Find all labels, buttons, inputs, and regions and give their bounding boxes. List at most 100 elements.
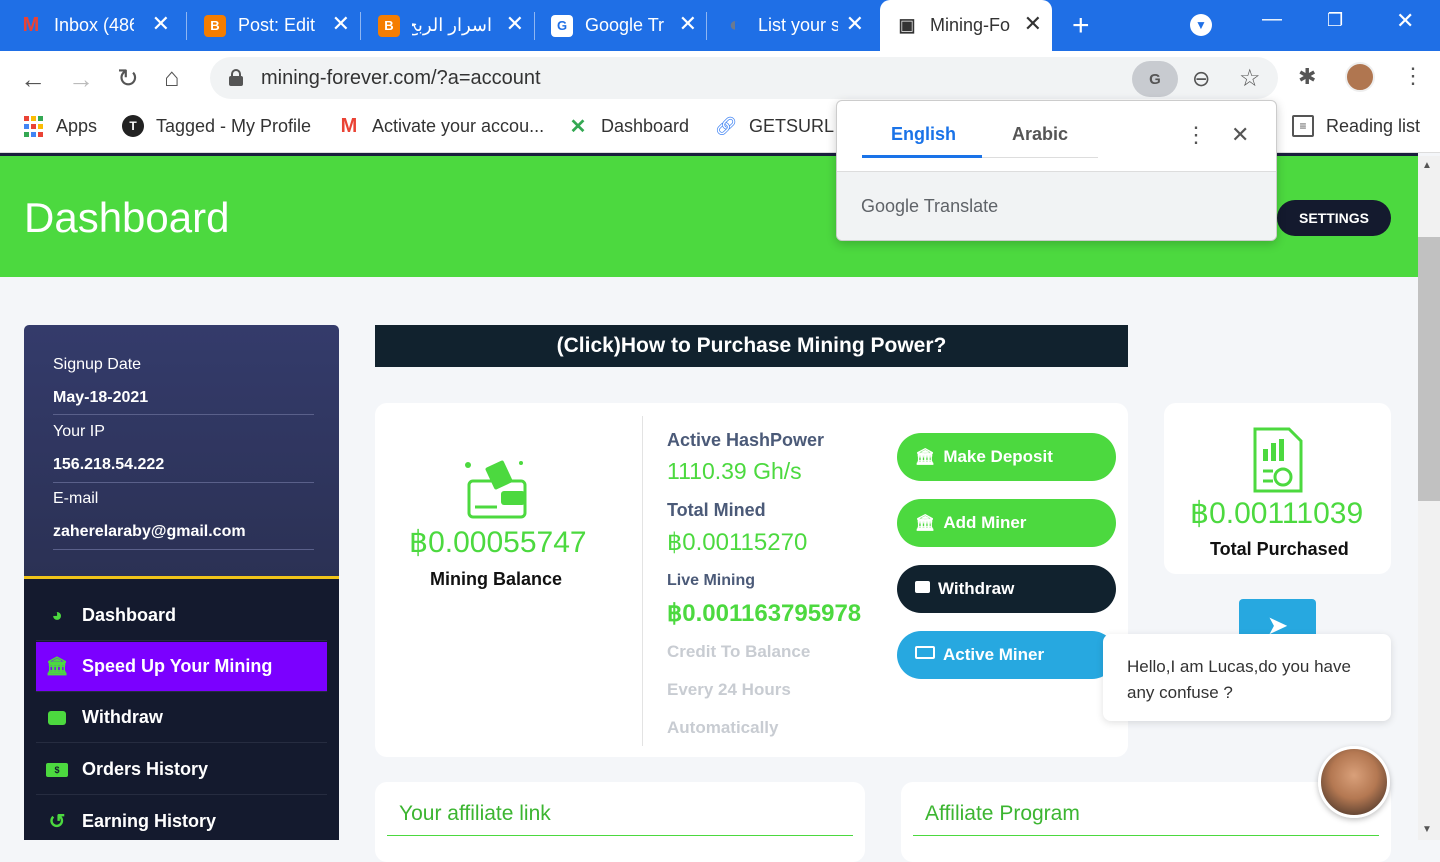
close-icon[interactable]: ✕ xyxy=(1231,122,1249,148)
tab-post-edit[interactable]: B Post: Edit ✕ xyxy=(204,0,360,51)
affiliate-program-title: Affiliate Program xyxy=(925,802,1080,825)
make-deposit-button[interactable]: 🏛︎ Make Deposit xyxy=(897,433,1116,481)
zoom-icon[interactable]: ⊖ xyxy=(1192,66,1210,92)
scroll-up-icon[interactable]: ▲ xyxy=(1422,160,1432,171)
sidebar-item-speed-up[interactable]: 🏛︎ Speed Up Your Mining xyxy=(36,642,327,692)
telegram-icon[interactable]: ➤ xyxy=(1239,599,1316,640)
page-title: Dashboard xyxy=(24,194,230,241)
bookmark-label: Tagged - My Profile xyxy=(156,115,312,136)
bank-icon: 🏛︎ xyxy=(915,515,936,532)
tab-mining-forever[interactable]: ▣ Mining-Fo ✕ xyxy=(880,0,1052,51)
divider xyxy=(53,482,314,483)
restore-icon[interactable]: ❐ xyxy=(1327,10,1343,31)
bookmark-star-icon[interactable]: ☆ xyxy=(1239,64,1261,93)
extensions-icon[interactable]: ✱ xyxy=(1298,64,1316,90)
settings-button[interactable]: SETTINGS xyxy=(1277,200,1391,236)
sidebar-item-orders-history[interactable]: $ Orders History xyxy=(36,745,327,795)
scrollbar-thumb[interactable] xyxy=(1418,237,1440,501)
signup-date-value: May-18-2021 xyxy=(53,389,149,406)
translate-wordmark: Translate xyxy=(923,196,999,216)
close-tab-icon[interactable]: ✕ xyxy=(1024,13,1042,35)
bank-icon: 🏛︎ xyxy=(915,449,936,466)
tab-search-icon[interactable]: ▼ xyxy=(1190,14,1212,36)
home-icon[interactable]: ⌂ xyxy=(164,62,180,93)
new-tab-icon[interactable]: + xyxy=(1072,11,1090,41)
active-hashpower-label: Active HashPower xyxy=(667,430,825,450)
money-icon: $ xyxy=(46,759,68,781)
divider xyxy=(982,157,1098,158)
bookmark-apps[interactable]: Apps xyxy=(22,115,97,137)
divider xyxy=(53,549,314,550)
tab-title: اسرار الربح xyxy=(412,15,492,35)
tab-separator xyxy=(186,12,187,40)
sidebar-item-earning-history[interactable]: ↺ Earning History xyxy=(36,796,327,846)
add-miner-button[interactable]: 🏛︎ Add Miner xyxy=(897,499,1116,547)
close-tab-icon[interactable]: ✕ xyxy=(506,13,524,35)
ip-value: 156.218.54.222 xyxy=(53,456,165,473)
button-label: Make Deposit xyxy=(943,447,1053,466)
lock-icon[interactable] xyxy=(229,69,243,86)
close-tab-icon[interactable]: ✕ xyxy=(332,13,350,35)
wallet-icon xyxy=(915,580,930,598)
profile-avatar[interactable] xyxy=(1345,62,1375,92)
sidebar-item-dashboard[interactable]: ◕ Dashboard xyxy=(36,591,327,641)
chat-agent-avatar[interactable] xyxy=(1318,746,1390,818)
translate-tab-arabic[interactable]: Arabic xyxy=(1012,124,1068,145)
tab-separator xyxy=(534,12,535,40)
sidebar-item-label: Speed Up Your Mining xyxy=(82,656,273,676)
close-tab-icon[interactable]: ✕ xyxy=(846,13,864,35)
divider xyxy=(642,416,643,746)
tab-title: Inbox (486 xyxy=(54,15,134,35)
gmail-icon: M xyxy=(22,14,40,36)
blogger-icon: B xyxy=(378,14,400,37)
total-mined-label: Total Mined xyxy=(667,500,766,520)
affiliate-link-title: Your affiliate link xyxy=(399,802,551,825)
button-label: Add Miner xyxy=(943,513,1027,532)
url-text[interactable]: mining-forever.com/?a=account xyxy=(261,67,541,90)
globe-icon: ◐ xyxy=(728,14,742,36)
email-value: zaherelaraby@gmail.com xyxy=(53,523,246,540)
tab-list-your[interactable]: ◐ List your s ✕ xyxy=(724,0,874,51)
reading-list-label: Reading list xyxy=(1326,115,1421,136)
sidebar-item-label: Withdraw xyxy=(82,707,163,727)
apps-grid-icon xyxy=(22,115,44,137)
tab-title: Mining-Fo xyxy=(930,15,1010,35)
reload-icon[interactable]: ↻ xyxy=(117,63,139,94)
translate-icon[interactable]: G xyxy=(1132,61,1178,97)
wallet-money-icon xyxy=(463,457,529,523)
tab-title: Google Tr xyxy=(585,15,665,35)
close-tab-icon[interactable]: ✕ xyxy=(152,13,170,35)
translate-tab-english[interactable]: English xyxy=(891,124,956,145)
bookmark-dashboard[interactable]: ✕ Dashboard xyxy=(567,115,689,138)
bookmark-activate[interactable]: M Activate your accou... xyxy=(338,115,544,137)
active-miner-button[interactable]: Active Miner xyxy=(897,631,1116,679)
forward-icon[interactable]: → xyxy=(68,64,94,95)
scroll-down-icon[interactable]: ▼ xyxy=(1422,824,1432,835)
tab-asrar[interactable]: B اسرار الربح ✕ xyxy=(378,0,534,51)
chat-bubble[interactable]: Hello,I am Lucas,do you have any confuse… xyxy=(1103,634,1391,721)
bookmark-tagged[interactable]: T Tagged - My Profile xyxy=(122,115,311,137)
tagged-icon: T xyxy=(122,115,144,137)
back-icon[interactable]: ← xyxy=(20,64,46,95)
sidebar-item-withdraw[interactable]: Withdraw xyxy=(36,693,327,743)
active-tab-indicator xyxy=(862,155,982,158)
menu-icon[interactable]: ⋮ xyxy=(1402,63,1424,89)
signup-date-label: Signup Date xyxy=(53,356,142,373)
minimize-icon[interactable]: — xyxy=(1262,8,1282,31)
reading-list[interactable]: ≡ Reading list xyxy=(1292,115,1420,137)
how-to-purchase-banner[interactable]: (Click)How to Purchase Mining Power? xyxy=(375,325,1128,367)
more-options-icon[interactable]: ⋮ xyxy=(1185,122,1207,148)
tab-title: List your s xyxy=(758,15,838,35)
withdraw-button[interactable]: Withdraw xyxy=(897,565,1116,613)
divider xyxy=(913,835,1379,836)
close-tab-icon[interactable]: ✕ xyxy=(679,13,697,35)
bookmark-getsurl[interactable]: 🔗︎ GETSURL - xyxy=(715,115,845,137)
credit-note: Credit To Balance xyxy=(667,642,811,661)
report-document-icon xyxy=(1243,425,1313,495)
window-close-icon[interactable]: ✕ xyxy=(1396,8,1414,34)
bookmark-label: Activate your accou... xyxy=(372,115,545,136)
tab-google-translate[interactable]: G Google Tr ✕ xyxy=(551,0,707,51)
live-mining-value: ฿0.001163795978 xyxy=(667,600,862,627)
tab-inbox[interactable]: M Inbox (486 ✕ xyxy=(20,0,180,51)
bank-icon: 🏛︎ xyxy=(45,656,69,676)
